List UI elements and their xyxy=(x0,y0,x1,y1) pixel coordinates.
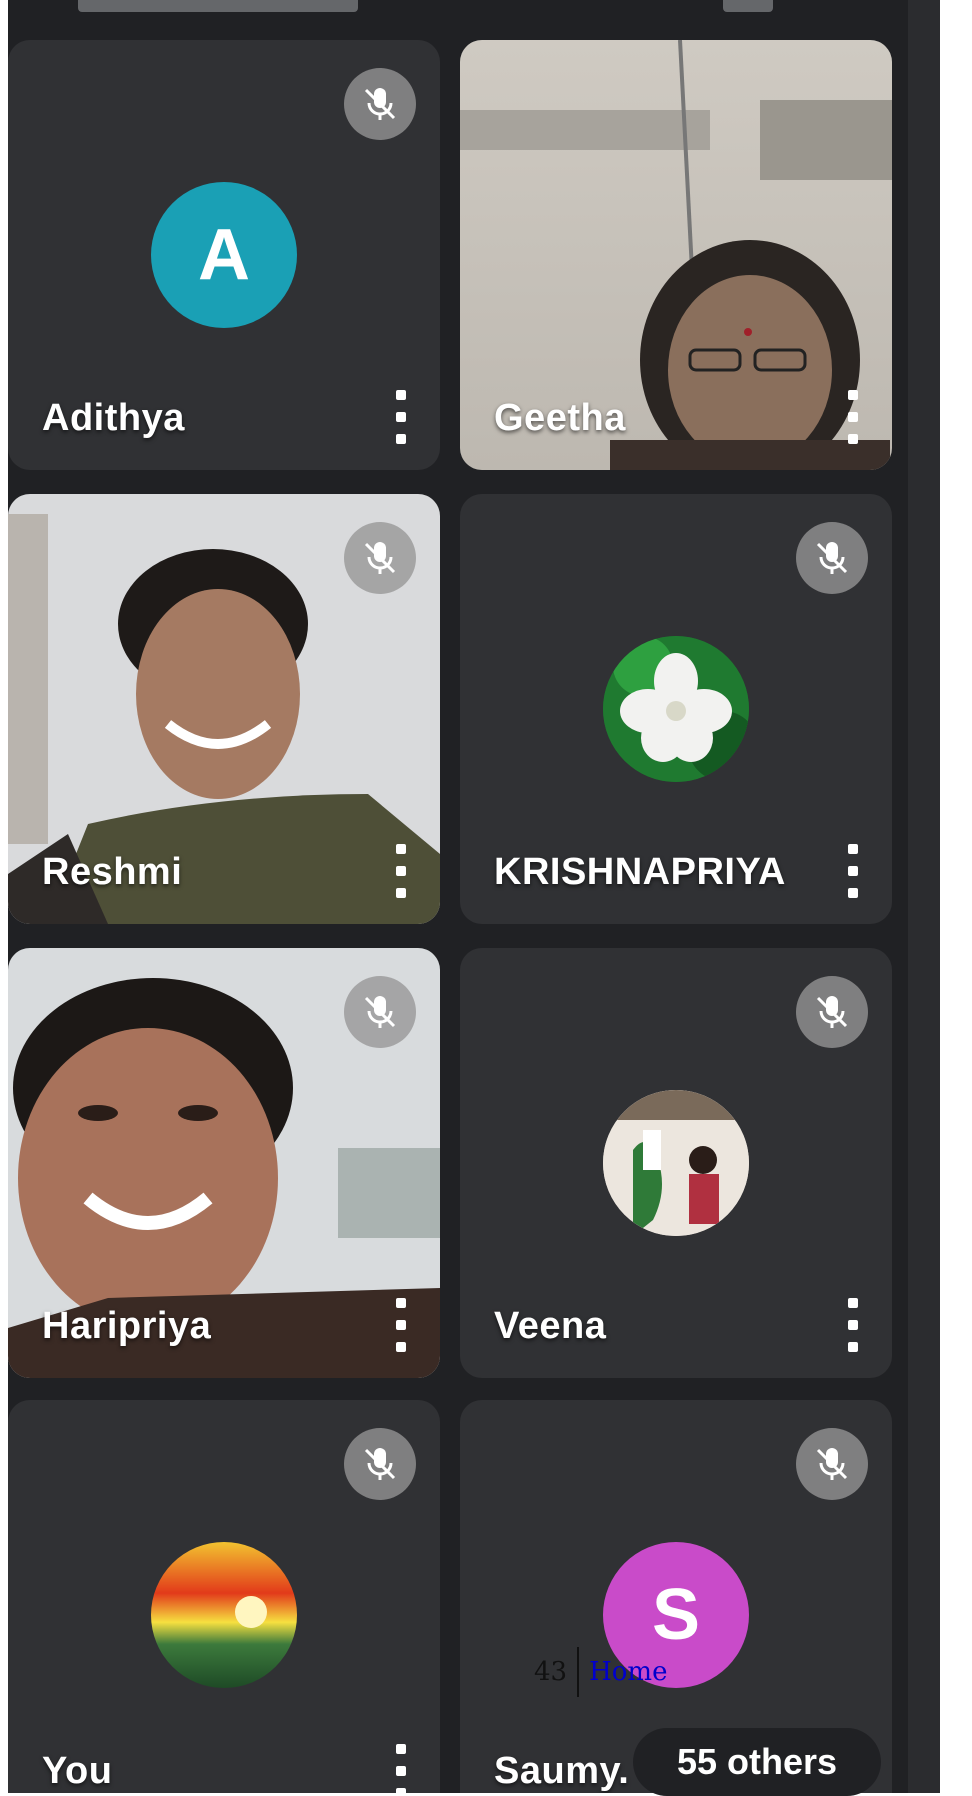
mic-off-icon xyxy=(344,68,416,140)
flower-avatar-icon xyxy=(603,636,749,782)
participant-name: You xyxy=(42,1750,113,1792)
footer-divider xyxy=(577,1647,580,1697)
sunset-avatar-icon xyxy=(151,1542,297,1688)
home-link[interactable]: Home xyxy=(589,1657,667,1687)
more-options-icon[interactable] xyxy=(840,390,866,444)
more-options-icon[interactable] xyxy=(840,844,866,898)
mic-off-icon xyxy=(796,1428,868,1500)
participant-name: Saumy. xyxy=(494,1750,630,1792)
more-options-icon[interactable] xyxy=(388,1744,414,1793)
mic-off-icon xyxy=(796,976,868,1048)
participant-name: Haripriya xyxy=(42,1305,212,1347)
mic-off-icon xyxy=(344,522,416,594)
toolbar-icon[interactable] xyxy=(723,0,773,12)
participant-tile-krishnapriya[interactable]: KRISHNAPRIYA xyxy=(460,494,892,924)
title-fragment xyxy=(78,0,358,12)
mic-off-icon xyxy=(344,976,416,1048)
participant-tile-haripriya[interactable]: Haripriya xyxy=(8,948,440,1378)
right-edge xyxy=(908,0,940,1793)
mic-off-icon xyxy=(796,522,868,594)
more-options-icon[interactable] xyxy=(388,1298,414,1352)
participant-name: KRISHNAPRIYA xyxy=(494,851,786,893)
page-number: 43 xyxy=(534,1657,568,1687)
participant-tile-geetha[interactable]: Geetha xyxy=(460,40,892,470)
avatar: A xyxy=(151,182,297,328)
more-options-icon[interactable] xyxy=(388,390,414,444)
participant-tile-reshmi[interactable]: Reshmi xyxy=(8,494,440,924)
more-options-icon[interactable] xyxy=(840,1298,866,1352)
participant-name: Geetha xyxy=(494,397,626,439)
mic-off-icon xyxy=(344,1428,416,1500)
participant-name: Reshmi xyxy=(42,851,183,893)
more-options-icon[interactable] xyxy=(388,844,414,898)
photo-avatar-icon xyxy=(603,1090,749,1236)
participant-tile-adithya[interactable]: A Adithya xyxy=(8,40,440,470)
participant-tile-veena[interactable]: Veena xyxy=(460,948,892,1378)
participant-name: Adithya xyxy=(42,397,185,439)
top-bar xyxy=(8,0,940,40)
meeting-grid-screen: A Adithya Geetha Reshmi KRISHNAPRIYA Har… xyxy=(8,0,940,1793)
participant-tile-you[interactable]: You xyxy=(8,1400,440,1793)
page-footer: 43 Home xyxy=(534,1647,667,1697)
participant-name: Veena xyxy=(494,1305,607,1347)
others-badge[interactable]: 55 others xyxy=(633,1728,881,1796)
